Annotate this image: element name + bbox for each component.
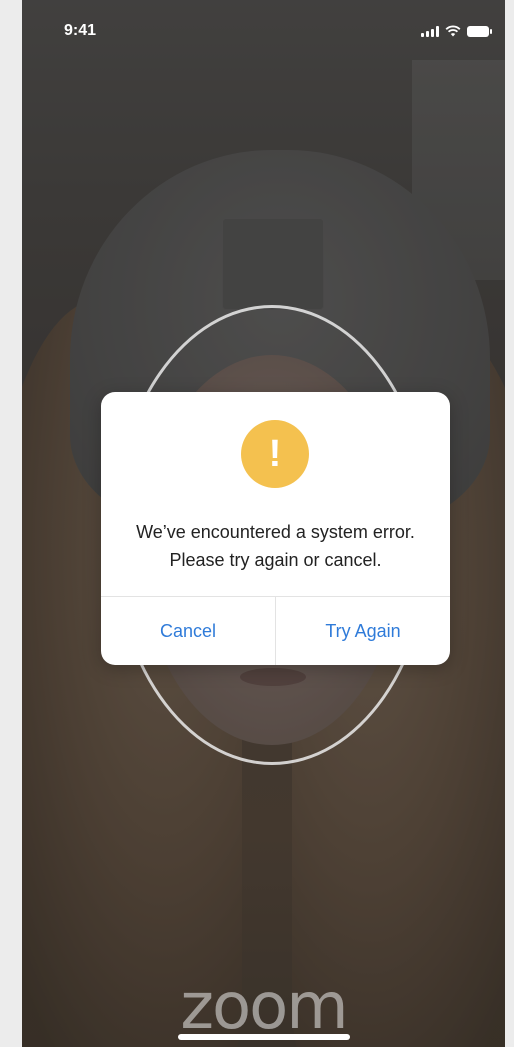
status-time: 9:41 xyxy=(64,22,97,39)
status-icons xyxy=(421,25,492,37)
error-dialog: ! We’ve encountered a system error. Plea… xyxy=(101,392,450,665)
zoom-logo: zoom xyxy=(180,970,348,1044)
phone-screen: 9:41 ! We’ve encountered a system error.… xyxy=(22,0,505,1047)
try-again-button[interactable]: Try Again xyxy=(276,597,450,665)
page: 9:41 ! We’ve encountered a system error.… xyxy=(0,0,514,1047)
warning-icon: ! xyxy=(241,420,309,488)
cancel-button[interactable]: Cancel xyxy=(101,597,275,665)
signal-icon xyxy=(421,25,439,37)
wifi-icon xyxy=(445,25,461,37)
battery-icon xyxy=(467,25,492,37)
dialog-message: We’ve encountered a system error. Please… xyxy=(136,522,415,570)
home-indicator[interactable] xyxy=(178,1034,350,1040)
status-bar: 9:41 xyxy=(22,0,505,70)
